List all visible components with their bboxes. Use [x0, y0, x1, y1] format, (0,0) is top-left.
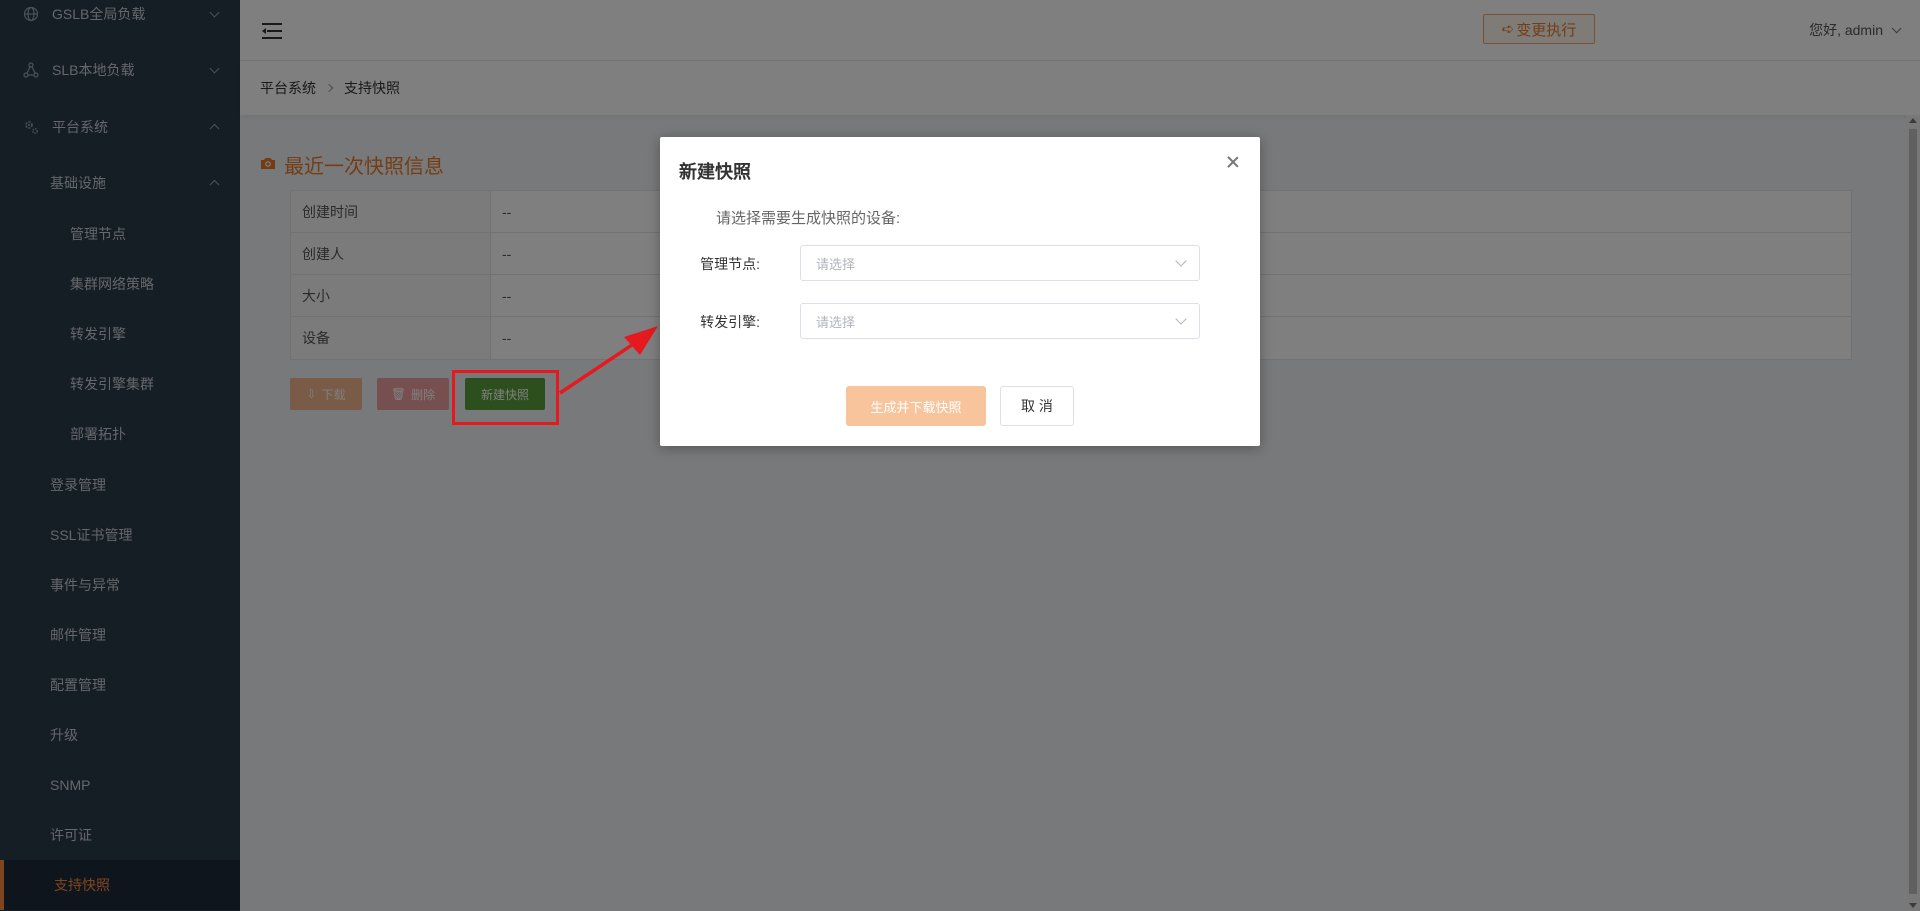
- select-placeholder: 请选择: [816, 314, 856, 330]
- close-icon[interactable]: [1226, 155, 1240, 169]
- management-node-label: 管理节点:: [700, 256, 760, 272]
- chevron-down-icon: [1175, 255, 1187, 267]
- dialog-title: 新建快照: [679, 162, 751, 182]
- forwarding-engine-select[interactable]: 请选择: [800, 303, 1200, 339]
- new-snapshot-dialog: 新建快照 请选择需要生成快照的设备: 管理节点: 请选择 转发引擎: 请选择 生…: [660, 137, 1260, 446]
- management-node-select[interactable]: 请选择: [800, 245, 1200, 281]
- forwarding-engine-label: 转发引擎:: [700, 314, 760, 330]
- annotation-highlight-box: [452, 370, 559, 425]
- select-placeholder: 请选择: [816, 256, 856, 272]
- dialog-hint: 请选择需要生成快照的设备:: [716, 210, 901, 227]
- chevron-down-icon: [1175, 313, 1187, 325]
- generate-download-button[interactable]: 生成并下载快照: [846, 386, 986, 426]
- cancel-button[interactable]: 取 消: [1000, 386, 1074, 426]
